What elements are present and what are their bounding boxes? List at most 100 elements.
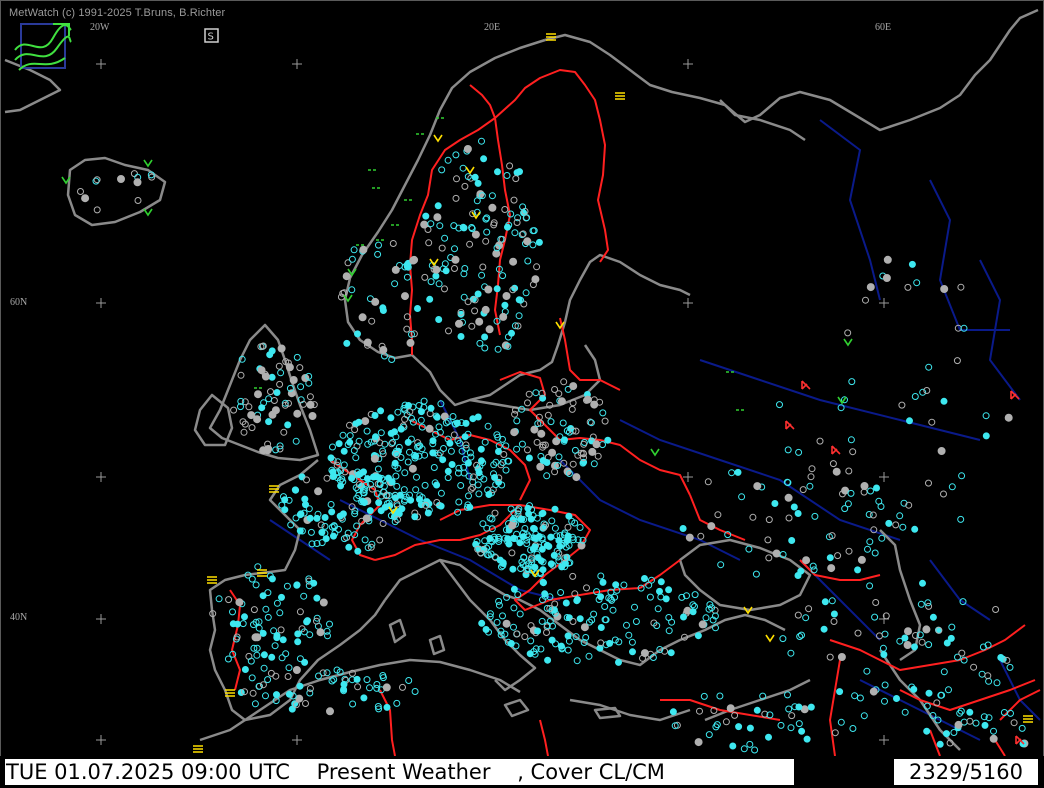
station-circle-icon[interactable] [753, 706, 761, 714]
station-circle-icon[interactable] [252, 581, 260, 589]
station-circle-icon[interactable] [734, 468, 742, 476]
station-circle-icon[interactable] [665, 586, 673, 594]
station-circle-icon[interactable] [530, 425, 539, 434]
station-circle-icon[interactable] [807, 703, 815, 711]
station-circle-icon[interactable] [982, 412, 990, 420]
station-circle-icon[interactable] [985, 677, 993, 685]
station-circle-icon[interactable] [543, 472, 551, 480]
station-circle-icon[interactable] [565, 614, 573, 622]
station-circle-icon[interactable] [943, 730, 950, 738]
station-circle-icon[interactable] [417, 408, 425, 416]
station-circle-icon[interactable] [393, 482, 401, 490]
station-circle-icon[interactable] [272, 672, 280, 680]
station-circle-icon[interactable] [765, 554, 773, 562]
station-circle-icon[interactable] [408, 464, 417, 473]
station-circle-icon[interactable] [133, 178, 142, 187]
station-circle-icon[interactable] [866, 283, 875, 292]
station-circle-icon[interactable] [301, 374, 310, 382]
station-circle-icon[interactable] [364, 475, 371, 483]
station-circle-icon[interactable] [471, 173, 479, 181]
station-circle-icon[interactable] [881, 697, 888, 705]
station-circle-icon[interactable] [278, 501, 286, 509]
station-circle-icon[interactable] [468, 322, 476, 330]
station-circle-icon[interactable] [306, 400, 315, 409]
station-circle-icon[interactable] [459, 164, 467, 172]
station-circle-icon[interactable] [795, 703, 803, 711]
station-circle-icon[interactable] [1018, 724, 1026, 732]
station-circle-icon[interactable] [928, 418, 936, 426]
station-circle-icon[interactable] [551, 468, 559, 476]
station-circle-icon[interactable] [303, 618, 311, 626]
station-circle-icon[interactable] [509, 565, 517, 573]
station-circle-icon[interactable] [361, 536, 369, 544]
station-circle-icon[interactable] [896, 637, 904, 645]
station-circle-icon[interactable] [866, 538, 874, 546]
station-circle-icon[interactable] [751, 746, 759, 754]
station-circle-icon[interactable] [516, 610, 524, 618]
station-circle-icon[interactable] [904, 627, 912, 636]
station-circle-icon[interactable] [559, 419, 567, 427]
station-circle-icon[interactable] [728, 469, 736, 477]
station-circle-icon[interactable] [397, 454, 405, 461]
station-circle-icon[interactable] [544, 411, 552, 419]
station-circle-icon[interactable] [534, 627, 542, 635]
station-circle-icon[interactable] [292, 486, 300, 494]
station-circle-icon[interactable] [229, 608, 236, 616]
station-circle-icon[interactable] [448, 461, 456, 468]
station-circle-icon[interactable] [484, 422, 492, 430]
station-circle-icon[interactable] [474, 179, 482, 187]
station-circle-icon[interactable] [321, 522, 329, 530]
station-circle-icon[interactable] [447, 447, 455, 455]
station-circle-icon[interactable] [514, 591, 522, 599]
station-circle-icon[interactable] [285, 690, 293, 698]
station-circle-icon[interactable] [307, 528, 315, 536]
station-circle-icon[interactable] [480, 155, 488, 163]
station-circle-icon[interactable] [401, 469, 409, 477]
station-circle-icon[interactable] [450, 222, 458, 230]
station-circle-icon[interactable] [796, 633, 804, 640]
station-circle-icon[interactable] [313, 514, 321, 522]
station-circle-icon[interactable] [371, 297, 380, 306]
station-circle-icon[interactable] [924, 599, 932, 607]
station-circle-icon[interactable] [784, 691, 791, 699]
station-circle-icon[interactable] [421, 481, 429, 489]
station-circle-icon[interactable] [313, 594, 321, 602]
station-circle-icon[interactable] [481, 438, 489, 446]
station-circle-icon[interactable] [657, 578, 665, 586]
station-circle-icon[interactable] [374, 250, 382, 258]
station-circle-icon[interactable] [241, 613, 248, 621]
station-circle-icon[interactable] [387, 414, 395, 422]
station-circle-icon[interactable] [784, 446, 792, 454]
station-circle-icon[interactable] [811, 512, 819, 520]
station-circle-icon[interactable] [576, 615, 584, 623]
station-circle-icon[interactable] [625, 631, 633, 639]
station-circle-icon[interactable] [876, 632, 883, 640]
station-circle-icon[interactable] [513, 630, 521, 638]
station-circle-icon[interactable] [860, 488, 868, 496]
station-circle-icon[interactable] [248, 575, 256, 583]
station-circle-icon[interactable] [421, 273, 429, 281]
station-circle-icon[interactable] [560, 378, 568, 386]
station-circle-icon[interactable] [966, 708, 974, 716]
station-circle-icon[interactable] [430, 464, 438, 471]
station-circle-icon[interactable] [854, 566, 862, 574]
station-circle-icon[interactable] [518, 440, 526, 448]
station-circle-icon[interactable] [958, 472, 966, 480]
station-circle-icon[interactable] [572, 473, 581, 482]
station-circle-icon[interactable] [77, 188, 84, 195]
station-circle-icon[interactable] [893, 695, 900, 702]
station-circle-icon[interactable] [1004, 413, 1013, 422]
station-circle-icon[interactable] [276, 609, 284, 617]
station-circle-icon[interactable] [302, 700, 309, 707]
station-circle-icon[interactable] [765, 733, 772, 741]
station-circle-icon[interactable] [268, 373, 276, 381]
station-circle-icon[interactable] [947, 634, 955, 642]
station-circle-icon[interactable] [412, 452, 420, 460]
station-circle-icon[interactable] [970, 663, 978, 671]
station-circle-icon[interactable] [829, 460, 837, 468]
station-circle-icon[interactable] [350, 246, 358, 254]
station-circle-icon[interactable] [306, 631, 314, 639]
station-circle-icon[interactable] [1007, 709, 1014, 717]
station-circle-icon[interactable] [749, 513, 757, 521]
station-circle-icon[interactable] [552, 437, 561, 446]
